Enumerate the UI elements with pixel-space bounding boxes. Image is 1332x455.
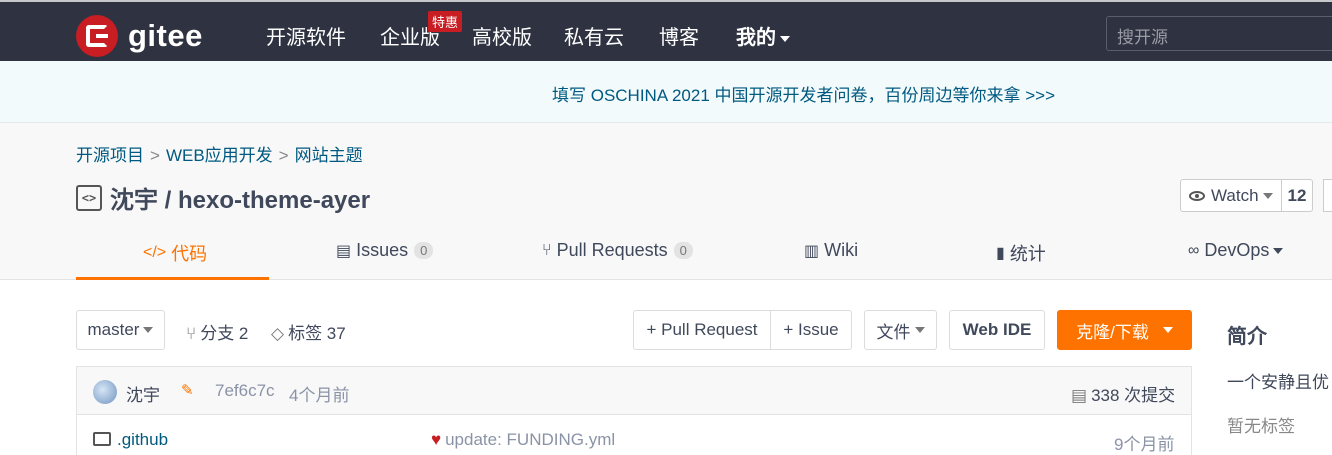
star-button[interactable] bbox=[1323, 179, 1332, 212]
hot-badge: 特惠 bbox=[428, 11, 463, 32]
nav-mine[interactable]: 我的 bbox=[736, 21, 790, 50]
stats-icon: ▮ bbox=[996, 245, 1005, 262]
watch-label: Watch bbox=[1211, 185, 1259, 205]
file-name-label: .github bbox=[117, 430, 169, 449]
chevron-down-icon bbox=[1262, 192, 1273, 199]
branch-icon: ⑂ bbox=[186, 324, 197, 343]
tab-label: Issues bbox=[356, 240, 409, 260]
sidebar-title: 简介 bbox=[1227, 326, 1267, 348]
avatar[interactable] bbox=[93, 380, 117, 404]
wiki-icon: ▥ bbox=[804, 242, 820, 260]
tag-icon: ◇ bbox=[271, 324, 285, 343]
commit-count-label: 338 次提交 bbox=[1091, 386, 1176, 405]
pr-count: 0 bbox=[673, 242, 693, 259]
branch-select[interactable]: master bbox=[76, 310, 165, 350]
branches-link[interactable]: ⑂ 分支 2 bbox=[186, 319, 248, 344]
issues-icon: ▤ bbox=[336, 242, 352, 260]
tab-label: Pull Requests bbox=[556, 240, 668, 260]
chevron-down-icon bbox=[780, 35, 790, 42]
file-label: 文件 bbox=[876, 322, 911, 342]
file-menu-button[interactable]: 文件 bbox=[864, 310, 937, 350]
breadcrumb-item[interactable]: WEB应用开发 bbox=[166, 146, 273, 165]
tags-link[interactable]: ◇ 标签 37 bbox=[271, 319, 346, 344]
tab-label: 代码 bbox=[171, 244, 208, 264]
new-pull-request-button[interactable]: + Pull Request bbox=[633, 310, 771, 350]
clone-download-button[interactable]: 克隆/下载 bbox=[1057, 310, 1192, 350]
commit-note-icon: ✎ bbox=[181, 382, 194, 399]
breadcrumb: 开源项目 > WEB应用开发 > 网站主题 bbox=[76, 141, 363, 166]
file-commit-message[interactable]: ♥ update: FUNDING.yml bbox=[431, 430, 615, 450]
web-ide-button[interactable]: Web IDE bbox=[949, 310, 1045, 350]
repo-name[interactable]: 沈宇 / hexo-theme-ayer bbox=[110, 180, 370, 215]
banner-link[interactable]: 填写 OSCHINA 2021 中国开源开发者问卷，百份周边等你来拿 >>> bbox=[552, 81, 1055, 106]
branches-label: 分支 2 bbox=[200, 324, 249, 343]
tab-code[interactable]: </> 代码 bbox=[143, 240, 207, 266]
repo-description: 一个安静且优 bbox=[1227, 373, 1329, 392]
commit-history-icon: ▤ bbox=[1071, 386, 1088, 405]
chevron-down-icon bbox=[143, 327, 154, 333]
repo-tags: 暂无标签 bbox=[1227, 417, 1295, 436]
tab-pull-requests[interactable]: ⑂ Pull Requests 0 bbox=[542, 240, 693, 261]
tab-wiki[interactable]: ▥ Wiki bbox=[804, 240, 858, 261]
latest-commit-bar: 沈宇 ✎ 7ef6c7c 4个月前 ▤ 338 次提交 bbox=[76, 366, 1192, 415]
clone-label: 克隆/下载 bbox=[1076, 322, 1149, 342]
top-navbar: gitee 开源软件 企业版 特惠 高校版 私有云 博客 我的 搜开源 bbox=[0, 0, 1332, 61]
gitee-logo-icon bbox=[76, 15, 118, 57]
commit-author[interactable]: 沈宇 bbox=[126, 381, 160, 406]
chevron-down-icon bbox=[914, 327, 925, 333]
heart-icon: ♥ bbox=[431, 430, 442, 449]
new-issue-button[interactable]: + Issue bbox=[770, 310, 852, 350]
devops-icon: ∞ bbox=[1188, 241, 1200, 259]
active-tab-indicator bbox=[76, 277, 269, 280]
chevron-down-icon bbox=[1273, 247, 1284, 254]
file-name[interactable]: .github bbox=[93, 430, 168, 450]
breadcrumb-item[interactable]: 开源项目 bbox=[76, 146, 144, 165]
watch-button-group: Watch 12 bbox=[1180, 179, 1314, 212]
tab-stats[interactable]: ▮ 统计 bbox=[996, 240, 1046, 266]
tab-label: DevOps bbox=[1204, 240, 1270, 260]
nav-blog[interactable]: 博客 bbox=[659, 21, 699, 50]
tab-label: 统计 bbox=[1009, 244, 1046, 264]
file-time: 9个月前 bbox=[1114, 435, 1175, 454]
breadcrumb-separator: > bbox=[278, 146, 289, 165]
repo-code-icon: <> bbox=[76, 184, 102, 211]
breadcrumb-item[interactable]: 网站主题 bbox=[295, 146, 363, 165]
branch-name: master bbox=[87, 320, 140, 339]
nav-private-cloud[interactable]: 私有云 bbox=[564, 21, 624, 50]
repo-tabs: </> 代码 ▤ Issues 0 ⑂ Pull Requests 0 ▥ Wiki ▮ 统计… bbox=[0, 230, 1332, 280]
nav-education[interactable]: 高校版 bbox=[472, 21, 532, 50]
logo-text: gitee bbox=[128, 18, 203, 53]
search-placeholder: 搜开源 bbox=[1117, 28, 1168, 47]
commit-count[interactable]: ▤ 338 次提交 bbox=[1071, 381, 1175, 406]
eye-icon bbox=[1189, 190, 1205, 201]
nav-mine-label: 我的 bbox=[736, 27, 776, 49]
tags-label: 标签 37 bbox=[288, 324, 346, 343]
folder-icon bbox=[93, 431, 111, 446]
chevron-down-icon bbox=[1162, 327, 1173, 333]
commit-time: 4个月前 bbox=[289, 386, 350, 405]
table-row: .github ♥ update: FUNDING.yml 9个月前 bbox=[76, 415, 1192, 455]
tab-issues[interactable]: ▤ Issues 0 bbox=[336, 240, 434, 261]
watch-count[interactable]: 12 bbox=[1282, 180, 1313, 211]
tab-devops[interactable]: ∞ DevOps bbox=[1188, 240, 1284, 261]
code-icon: </> bbox=[143, 244, 167, 261]
file-commit-message-label: update: FUNDING.yml bbox=[445, 430, 616, 449]
announcement-banner: 填写 OSCHINA 2021 中国开源开发者问卷，百份周边等你来拿 >>> bbox=[0, 61, 1332, 123]
watch-button[interactable]: Watch bbox=[1181, 180, 1282, 211]
issues-count: 0 bbox=[414, 242, 434, 259]
tab-label: Wiki bbox=[824, 240, 859, 260]
repo-title: <> 沈宇 / hexo-theme-ayer bbox=[76, 180, 370, 215]
pull-request-icon: ⑂ bbox=[542, 241, 552, 259]
commit-hash[interactable]: 7ef6c7c bbox=[215, 381, 275, 401]
search-input[interactable]: 搜开源 bbox=[1106, 16, 1332, 51]
nav-open-source[interactable]: 开源软件 bbox=[266, 21, 346, 50]
gitee-logo[interactable]: gitee bbox=[76, 15, 203, 57]
breadcrumb-separator: > bbox=[150, 146, 160, 165]
